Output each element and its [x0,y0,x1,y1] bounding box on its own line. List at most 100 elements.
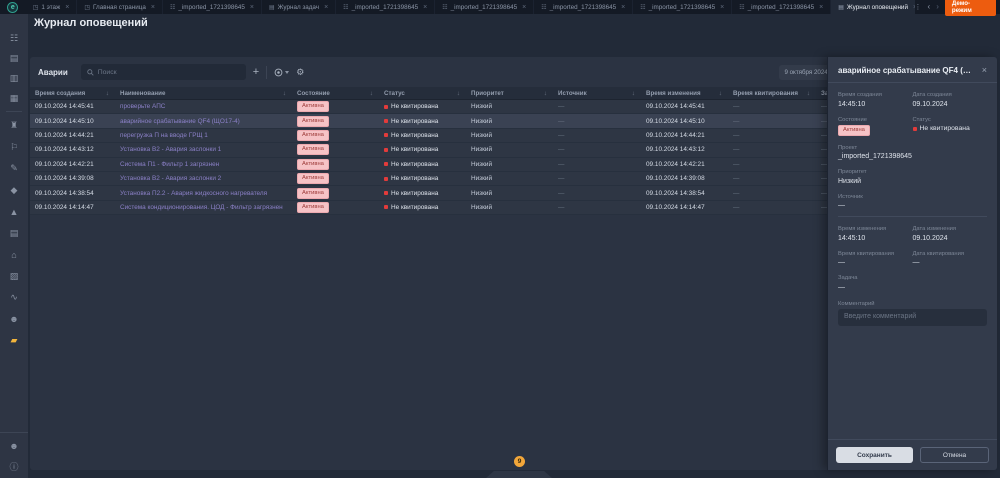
panel-header: аварийное срабатывание QF4 (ЩО1... × [828,57,997,83]
sidebar-item[interactable]: ▤ [0,223,28,245]
alarm-name-link[interactable]: Установка В2 - Авария заслонки 2 [120,175,221,182]
cancel-button[interactable]: Отмена [920,447,989,463]
column-header[interactable]: Наименование ↓ [115,87,292,99]
sidebar-item-icon: ▦ [10,93,19,104]
cell-state: Активна [292,188,379,199]
tab-close-icon[interactable]: × [324,4,328,11]
sidebar-item[interactable]: ✎ [0,158,28,180]
workspace-tab[interactable]: ◳ 1 этаж × [26,0,78,14]
sidebar-item-icon: ☻ [9,441,18,451]
sort-arrow-icon[interactable]: ↓ [457,90,460,97]
alarm-name-link[interactable]: проверьте АПС [120,103,165,110]
tab-close-icon[interactable]: × [423,4,427,11]
sidebar-item[interactable]: ▰ [0,330,28,352]
demo-mode-button[interactable]: Демо-режим [945,0,996,16]
field-label: Комментарий [838,301,987,307]
search-input[interactable]: Поиск [81,64,246,80]
alarm-name-link[interactable]: перегрузка П на вводе ГРЩ 1 [120,132,208,139]
cell-status: Не квитирована [379,161,466,168]
sidebar-item[interactable]: ∿ [0,287,28,309]
field-label: Время изменения [838,226,913,232]
workspace-tab[interactable]: ☷ _imported_1721398645 × [336,0,435,14]
workspace-tab[interactable]: ☷ _imported_1721398645 × [163,0,262,14]
sidebar-item[interactable]: ▦ [0,88,28,108]
cell-modified: 09.10.2024 14:45:41 [641,103,728,110]
bottom-drawer-handle[interactable] [486,471,552,478]
sidebar-item[interactable]: ☷ [0,28,28,48]
sort-arrow-icon[interactable]: ↓ [283,90,286,97]
cell-state: Активна [292,101,379,112]
add-button[interactable]: + [253,67,259,78]
status-text: Не квитирована [920,125,970,132]
workspace-tab[interactable]: ☷ _imported_1721398645 × [435,0,534,14]
state-badge: Активна [297,101,329,112]
section-label: Аварии [38,68,68,77]
cell-state: Активна [292,173,379,184]
save-button[interactable]: Сохранить [836,447,913,463]
tab-close-icon[interactable]: × [819,4,823,11]
cell-name: аварийное срабатывание QF4 (ЩО17-4) [115,118,292,125]
cell-source: — [553,175,641,182]
column-header[interactable]: Время изменения ↓ [641,87,728,99]
sidebar-item[interactable]: ☻ [0,436,28,456]
tab-icon: ☷ [343,4,348,11]
comment-input[interactable]: Введите комментарий [838,309,987,326]
sort-arrow-icon[interactable]: ↓ [106,90,109,97]
workspace-tab[interactable]: ☷ _imported_1721398645 × [633,0,732,14]
column-header[interactable]: Время создания ↓ [30,87,115,99]
alarm-name-link[interactable]: Система П1 - Фильтр 1 загрязнен [120,161,219,168]
sort-arrow-icon[interactable]: ↓ [807,90,810,97]
tab-next-icon[interactable]: › [936,3,939,11]
sidebar-item[interactable]: ⚐ [0,137,28,159]
cell-created: 09.10.2024 14:43:12 [30,146,115,153]
sidebar-item[interactable]: ☻ [0,309,28,331]
sidebar-item[interactable]: ◆ [0,180,28,202]
workspace-tab[interactable]: ▤ Журнал оповещений × [831,0,914,14]
cell-created: 09.10.2024 14:14:47 [30,204,115,211]
sort-arrow-icon[interactable]: ↓ [632,90,635,97]
sidebar-item[interactable]: ▥ [0,68,28,88]
tab-close-icon[interactable]: × [621,4,625,11]
cell-name: проверьте АПС [115,103,292,110]
workspace-tab[interactable]: ☷ _imported_1721398645 × [534,0,633,14]
column-header[interactable]: Источник ↓ [553,87,641,99]
tab-icon: ☷ [739,4,744,11]
tab-close-icon[interactable]: × [65,4,69,11]
sort-arrow-icon[interactable]: ↓ [544,90,547,97]
cell-created: 09.10.2024 14:45:41 [30,103,115,110]
alarm-name-link[interactable]: Установка В2 - Авария заслонки 1 [120,146,221,153]
alarm-name-link[interactable]: аварийное срабатывание QF4 (ЩО17-4) [120,118,240,125]
column-header[interactable]: Приоритет ↓ [466,87,553,99]
sidebar-item[interactable]: ▲ [0,201,28,223]
settings-gear-icon[interactable]: ⚙ [296,67,304,78]
sidebar-item[interactable]: ▤ [0,48,28,68]
tab-close-icon[interactable]: × [250,4,254,11]
sort-arrow-icon[interactable]: ↓ [719,90,722,97]
sidebar-item[interactable]: ▨ [0,266,28,288]
alarm-name-link[interactable]: Установка П2.2 - Авария жидкосного нагре… [120,190,267,197]
tab-close-icon[interactable]: × [151,4,155,11]
tab-close-icon[interactable]: × [522,4,526,11]
column-header[interactable]: Время квитирования ↓ [728,87,816,99]
sidebar-item[interactable]: ⌂ [0,244,28,266]
cell-name: Установка В2 - Авария заслонки 2 [115,175,292,182]
sidebar-item[interactable]: ⓘ [0,456,28,476]
app-logo[interactable]: e [0,0,26,14]
sidebar-item[interactable]: ♜ [0,115,28,137]
workspace-tab[interactable]: ◳ Главная страница × [77,0,163,14]
close-icon[interactable]: × [982,65,987,75]
column-header[interactable]: Статус ↓ [379,87,466,99]
cell-source: — [553,204,641,211]
notification-count-badge[interactable]: 9 [514,456,525,467]
kebab-menu-icon[interactable]: ⋮ [915,3,922,11]
column-header[interactable]: Состояние ↓ [292,87,379,99]
workspace-tab[interactable]: ▤ Журнал задач × [262,0,336,14]
workspace-tab[interactable]: ☷ _imported_1721398645 × [732,0,831,14]
alarm-name-link[interactable]: Система кондиционирования. ЦОД - Фильтр … [120,204,283,211]
sort-arrow-icon[interactable]: ↓ [370,90,373,97]
target-filter-button[interactable] [274,68,289,77]
sidebar-item-icon: ∿ [10,292,18,303]
tab-close-icon[interactable]: × [720,4,724,11]
tab-prev-icon[interactable]: ‹ [928,3,931,11]
cell-name: перегрузка П на вводе ГРЩ 1 [115,132,292,139]
